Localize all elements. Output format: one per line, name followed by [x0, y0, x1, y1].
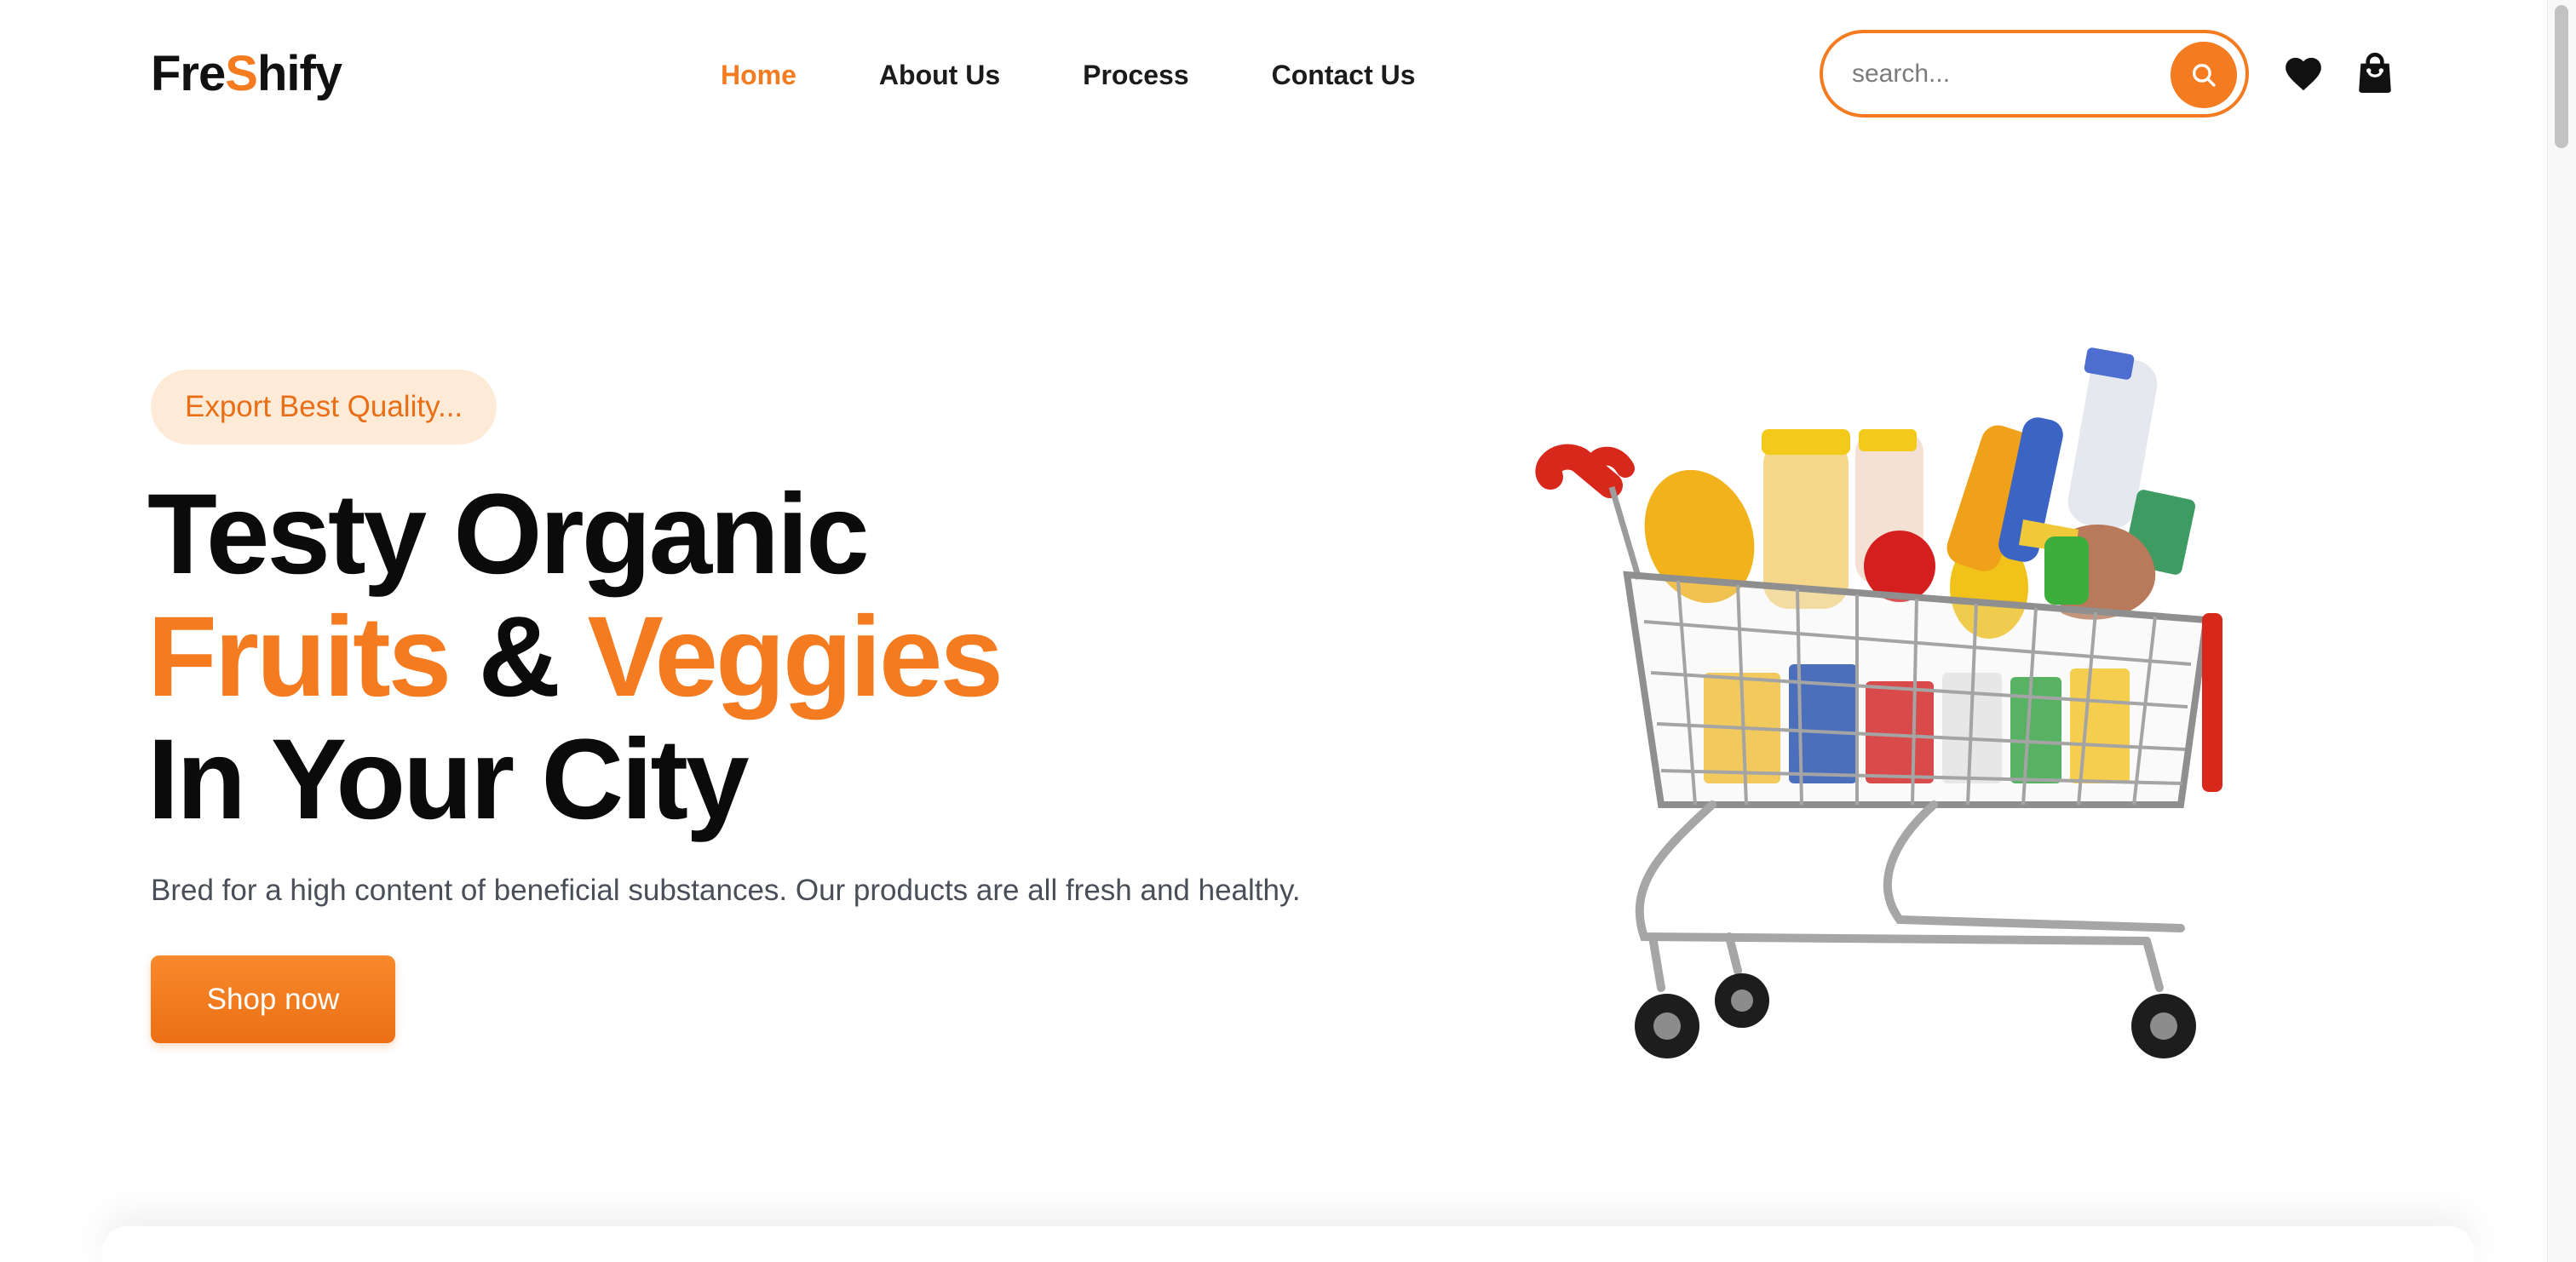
search-bar: [1820, 30, 2249, 118]
main-nav: Home About Us Process Contact Us: [721, 54, 1416, 95]
headline-line-3: In Your City: [147, 716, 750, 843]
headline-ampersand: &: [478, 594, 561, 720]
heart-icon: [2286, 57, 2321, 91]
nav-item-contact-us[interactable]: Contact Us: [1272, 54, 1416, 95]
brand-logo[interactable]: FreShify: [151, 44, 342, 104]
shopping-bag-icon: [2359, 52, 2391, 93]
nav-item-home[interactable]: Home: [721, 54, 796, 95]
hero-subtitle: Bred for a high content of beneficial su…: [151, 874, 1301, 907]
search-icon: [2192, 63, 2216, 87]
headline-word-veggies: Veggies: [587, 594, 1003, 720]
logo-text-accent: S: [225, 46, 258, 101]
headline-word-fruits: Fruits: [147, 594, 451, 720]
headline-line-1: Testy Organic: [147, 471, 870, 598]
nav-item-process[interactable]: Process: [1083, 54, 1189, 95]
cart-frame: [1635, 800, 2185, 992]
nav-item-about-us[interactable]: About Us: [879, 54, 1000, 95]
cart-button[interactable]: [2357, 51, 2393, 94]
search-input[interactable]: [1823, 59, 2147, 89]
hero-headline: Testy Organic Fruits & Veggies In Your C…: [147, 471, 1003, 843]
cart-wheels: [1635, 973, 2196, 1058]
wishlist-button[interactable]: [2282, 53, 2325, 92]
shopping-cart-image: [1535, 347, 2222, 1058]
hero-badge: Export Best Quality...: [151, 370, 497, 445]
page-scrollbar[interactable]: [2547, 0, 2576, 1262]
shop-now-button[interactable]: Shop now: [151, 955, 395, 1043]
cart-basket: [1623, 571, 2222, 808]
logo-text-start: Fre: [151, 46, 226, 101]
logo-text-end: hify: [256, 46, 342, 101]
search-button[interactable]: [2171, 42, 2237, 108]
next-section-edge: [102, 1226, 2474, 1262]
landing-page: FreShify Home About Us Process Contact U…: [0, 0, 2576, 1262]
scrollbar-thumb[interactable]: [2555, 5, 2568, 148]
